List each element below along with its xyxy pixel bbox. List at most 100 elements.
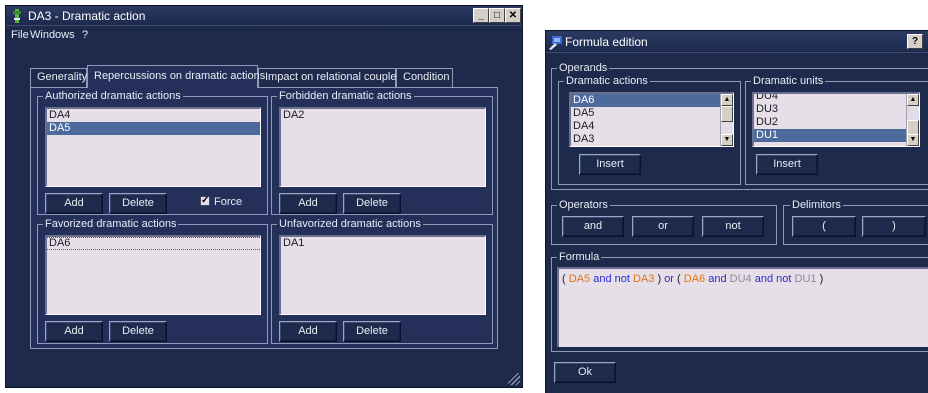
scroll-up-icon[interactable]: ▲: [907, 94, 919, 106]
help-button[interactable]: ?: [907, 34, 923, 49]
list-item-selected[interactable]: DA6: [571, 94, 720, 107]
formula-token: and: [593, 273, 612, 285]
favorized-group: Favorized dramatic actions DA6 Add Delet…: [37, 217, 268, 344]
scroll-down-icon[interactable]: ▼: [907, 134, 919, 146]
tab-repercussions[interactable]: Repercussions on dramatic actions: [87, 65, 265, 88]
dramatic-actions-scrollbar[interactable]: ▲ ▼: [720, 94, 733, 146]
maximize-button[interactable]: □: [489, 8, 505, 23]
formula-token: DA6: [683, 273, 706, 285]
list-item[interactable]: DA3: [571, 133, 733, 146]
dramatic-actions-legend: Dramatic actions: [564, 74, 650, 88]
formula-token: DA3: [632, 273, 655, 285]
list-item[interactable]: DU3: [754, 103, 919, 116]
tab-impact-relational-couples[interactable]: Impact on relational couples: [258, 68, 402, 87]
ok-button[interactable]: Ok: [554, 362, 616, 383]
forbidden-delete-button[interactable]: Delete: [343, 193, 401, 214]
list-item[interactable]: DA5: [571, 107, 733, 120]
menu-windows[interactable]: Windows: [30, 27, 75, 44]
authorized-add-button[interactable]: Add: [45, 193, 103, 214]
authorized-listbox[interactable]: DA4 DA5: [45, 107, 261, 187]
list-item[interactable]: DA6: [47, 237, 260, 250]
window-title: Formula edition: [565, 35, 648, 49]
list-item-selected[interactable]: DU1: [754, 129, 906, 142]
list-item-selected[interactable]: DA5: [47, 122, 260, 135]
window-titlebar[interactable]: DA3 - Dramatic action _ □ ✕: [6, 6, 522, 26]
formula-legend: Formula: [557, 250, 602, 264]
operator-not-button[interactable]: not: [702, 216, 764, 237]
scroll-up-icon[interactable]: ▲: [721, 94, 733, 106]
operator-and-button[interactable]: and: [562, 216, 624, 237]
menu-bar: File Windows ?: [6, 27, 522, 44]
delimitors-group: Delimitors ( ): [783, 198, 928, 245]
formula-text-area[interactable]: ( DA5 and not DA3 ) or ( DA6 and DU4 and…: [557, 267, 928, 347]
tab-condition[interactable]: Condition: [396, 68, 453, 87]
formula-token: and: [708, 273, 727, 285]
resize-grip-icon[interactable]: [508, 373, 520, 385]
authorized-group: Authorized dramatic actions DA4 DA5 Add …: [37, 89, 268, 215]
dramatic-units-listbox[interactable]: DU4 DU3 DU2 DU1 ▲ ▼: [752, 92, 920, 147]
formula-token: DA5: [568, 273, 591, 285]
favorized-delete-button[interactable]: Delete: [109, 321, 167, 342]
unfavorized-group: Unfavorized dramatic actions DA1 Add Del…: [271, 217, 493, 344]
menu-file[interactable]: File: [11, 27, 29, 44]
list-item[interactable]: DU2: [754, 116, 919, 129]
dramatic-units-legend: Dramatic units: [751, 74, 826, 88]
dramatic-units-scrollbar[interactable]: ▲ ▼: [906, 94, 919, 146]
list-item[interactable]: DA1: [281, 237, 485, 250]
delimitors-legend: Delimitors: [790, 198, 843, 212]
unfavorized-legend: Unfavorized dramatic actions: [277, 217, 423, 231]
formula-edition-window: Formula edition ? Operands Dramatic acti…: [545, 30, 928, 393]
unfavorized-listbox[interactable]: DA1: [279, 235, 486, 315]
list-item[interactable]: DA4: [47, 109, 260, 122]
unfavorized-add-button[interactable]: Add: [279, 321, 337, 342]
close-button[interactable]: ✕: [505, 8, 521, 23]
dramatic-action-window: DA3 - Dramatic action _ □ ✕ File Windows…: [5, 5, 523, 388]
formula-group: Formula ( DA5 and not DA3 ) or ( DA6 and…: [551, 250, 928, 352]
insert-dramatic-action-button[interactable]: Insert: [579, 154, 641, 175]
delimitor-open-button[interactable]: (: [792, 216, 856, 237]
favorized-listbox[interactable]: DA6: [45, 235, 261, 315]
formula-app-icon: [549, 36, 562, 50]
operators-group: Operators and or not: [551, 198, 777, 245]
formula-token: and: [754, 273, 774, 285]
list-item[interactable]: DA2: [281, 109, 485, 122]
menu-help[interactable]: ?: [82, 27, 88, 44]
forbidden-listbox[interactable]: DA2: [279, 107, 486, 187]
authorized-legend: Authorized dramatic actions: [43, 89, 183, 103]
favorized-legend: Favorized dramatic actions: [43, 217, 179, 231]
list-item[interactable]: DU4: [754, 94, 919, 103]
formula-token: DU4: [729, 273, 752, 285]
favorized-add-button[interactable]: Add: [45, 321, 103, 342]
app-icon: [13, 9, 21, 23]
unfavorized-delete-button[interactable]: Delete: [343, 321, 401, 342]
insert-dramatic-unit-button[interactable]: Insert: [756, 154, 818, 175]
scroll-down-icon[interactable]: ▼: [721, 134, 733, 146]
operands-legend: Operands: [557, 61, 610, 75]
repercussions-panel: Authorized dramatic actions DA4 DA5 Add …: [30, 87, 498, 349]
authorized-delete-button[interactable]: Delete: [109, 193, 167, 214]
dramatic-actions-group: Dramatic actions DA6 DA5 DA4 DA3 ▲ ▼ Ins…: [558, 74, 741, 185]
window-titlebar[interactable]: Formula edition ?: [546, 31, 928, 53]
delimitor-close-button[interactable]: ): [862, 216, 926, 237]
scroll-thumb[interactable]: [721, 106, 733, 122]
formula-token: (: [677, 273, 681, 285]
force-label: Force: [214, 196, 243, 208]
forbidden-legend: Forbidden dramatic actions: [277, 89, 414, 103]
formula-token: ): [819, 273, 824, 285]
window-title: DA3 - Dramatic action: [28, 9, 146, 23]
formula-token: ): [657, 273, 662, 285]
operators-legend: Operators: [557, 198, 610, 212]
list-item[interactable]: DA4: [571, 120, 733, 133]
checkbox-check-icon: [200, 194, 210, 207]
tab-generality[interactable]: Generality: [30, 68, 87, 87]
formula-token: not: [776, 273, 792, 285]
operator-or-button[interactable]: or: [632, 216, 694, 237]
dramatic-actions-listbox[interactable]: DA6 DA5 DA4 DA3 ▲ ▼: [569, 92, 734, 147]
minimize-button[interactable]: _: [473, 8, 489, 23]
forbidden-add-button[interactable]: Add: [279, 193, 337, 214]
formula-token: or: [664, 273, 674, 285]
formula-token: not: [614, 273, 630, 285]
force-checkbox[interactable]: Force: [200, 194, 243, 209]
formula-token: (: [562, 273, 566, 285]
dramatic-units-group: Dramatic units DU4 DU3 DU2 DU1 ▲ ▼ Inser…: [745, 74, 928, 185]
